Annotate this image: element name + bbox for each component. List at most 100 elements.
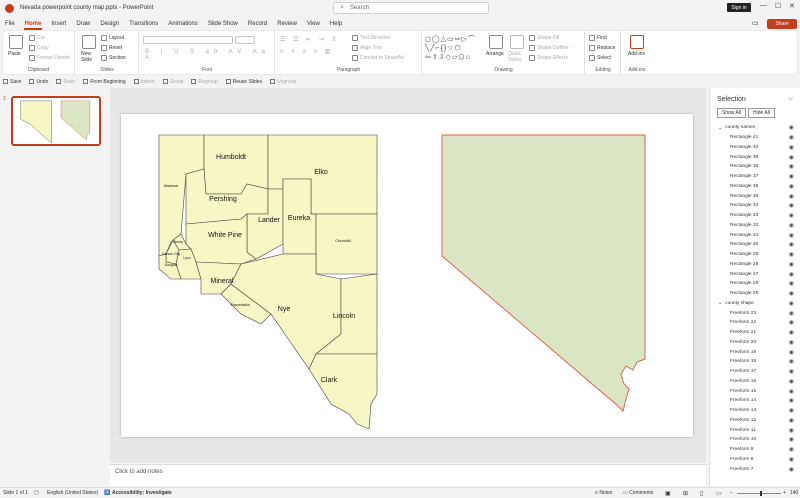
eye-icon[interactable]: ◉ — [789, 339, 794, 346]
reading-view-icon[interactable]: ▯ — [700, 490, 703, 497]
slide-canvas[interactable]: Humboldt Elko Washoe Pershing Lander Eur… — [121, 114, 693, 437]
selection-item[interactable]: Rectangle 25 ◉ — [710, 289, 800, 299]
minimize-icon[interactable]: — — [760, 2, 767, 9]
eye-icon[interactable]: ◉ — [789, 261, 794, 268]
copy-button[interactable]: Copy — [29, 45, 49, 51]
selection-group[interactable]: ⌄ county shape ◉ — [710, 299, 800, 309]
comment-icon[interactable]: ▭ — [752, 19, 759, 27]
zoom-slider[interactable] — [737, 493, 781, 494]
eye-icon[interactable]: ◉ — [789, 388, 794, 395]
qat-save-button[interactable]: Save — [3, 79, 21, 85]
comments-toggle[interactable]: ▭ Comments — [623, 490, 653, 496]
eye-icon[interactable]: ◉ — [789, 427, 794, 434]
eye-icon[interactable]: ◉ — [789, 456, 794, 463]
selection-item[interactable]: Rectangle 38 ◉ — [710, 162, 800, 172]
font-family-dropdown[interactable] — [143, 36, 233, 44]
selection-item[interactable]: Rectangle 35 ◉ — [710, 191, 800, 201]
selection-item[interactable]: Rectangle 36 ◉ — [710, 182, 800, 192]
zoom-in-icon[interactable]: + — [783, 490, 786, 496]
eye-icon[interactable]: ◉ — [789, 173, 794, 180]
selection-item[interactable]: Freeform 7 ◉ — [710, 464, 800, 474]
qat-from-beginning-button[interactable]: From Beginning — [83, 79, 126, 85]
selection-item[interactable]: Freeform 18 ◉ — [710, 357, 800, 367]
share-button[interactable]: Share — [767, 19, 797, 29]
eye-icon[interactable]: ◉ — [789, 271, 794, 278]
selection-item[interactable]: Rectangle 30 ◉ — [710, 240, 800, 250]
selection-item[interactable]: Rectangle 32 ◉ — [710, 221, 800, 231]
selection-item[interactable]: Freeform 11 ◉ — [710, 425, 800, 435]
list-buttons[interactable]: ☰ ☰ ⇤ ⇥ ⇕ — [280, 36, 340, 43]
eye-icon[interactable]: ◉ — [789, 212, 794, 219]
eye-icon[interactable]: ◉ — [789, 319, 794, 326]
qat-regroup-button[interactable]: Regroup — [191, 79, 218, 85]
tab-slide-show[interactable]: Slide Show — [203, 17, 243, 31]
reset-button[interactable]: Reset — [101, 45, 122, 51]
slide-sorter-icon[interactable]: ⊞ — [683, 490, 688, 497]
eye-icon[interactable]: ◉ — [789, 222, 794, 229]
tab-design[interactable]: Design — [95, 17, 124, 31]
eye-icon[interactable]: ◉ — [789, 232, 794, 239]
normal-view-icon[interactable]: ▣ — [665, 490, 671, 497]
eye-icon[interactable]: ◉ — [789, 280, 794, 287]
selection-item[interactable]: Freeform 8 ◉ — [710, 455, 800, 465]
selection-item[interactable]: Rectangle 41 ◉ — [710, 133, 800, 143]
maximize-icon[interactable]: ☐ — [775, 2, 781, 10]
eye-icon[interactable]: ◉ — [789, 397, 794, 404]
eye-icon[interactable]: ◉ — [789, 329, 794, 336]
align-buttons[interactable]: ≡ ≡ ≡ ≡ ▥ — [280, 48, 333, 55]
selection-item[interactable]: Freeform 10 ◉ — [710, 435, 800, 445]
eye-icon[interactable]: ◉ — [789, 124, 794, 131]
addins-button[interactable]: Add-ins — [628, 51, 645, 57]
eye-icon[interactable]: ◉ — [789, 163, 794, 170]
selection-item[interactable]: Rectangle 34 ◉ — [710, 201, 800, 211]
eye-icon[interactable]: ◉ — [789, 251, 794, 258]
selection-item[interactable]: Rectangle 33 ◉ — [710, 211, 800, 221]
selection-item[interactable]: Rectangle 37 ◉ — [710, 172, 800, 182]
zoom-out-icon[interactable]: − — [730, 490, 733, 496]
selection-item[interactable]: Freeform 12 ◉ — [710, 416, 800, 426]
chevron-down-icon[interactable]: ⌵ — [788, 95, 793, 103]
selection-item[interactable]: Freeform 14 ◉ — [710, 396, 800, 406]
state-shape[interactable] — [441, 134, 646, 412]
selection-item[interactable]: Rectangle 39 ◉ — [710, 152, 800, 162]
eye-icon[interactable]: ◉ — [789, 183, 794, 190]
selection-item[interactable]: Rectangle 29 ◉ — [710, 250, 800, 260]
zoom-level[interactable]: 140 — [790, 490, 798, 496]
cut-button[interactable]: Cut — [29, 35, 45, 41]
qat-redo-button[interactable]: Redo — [56, 79, 75, 85]
text-direction-button[interactable]: Text Direction — [352, 35, 390, 41]
eye-icon[interactable]: ◉ — [789, 241, 794, 248]
language-status[interactable]: English (United States) — [47, 490, 98, 496]
eye-icon[interactable]: ◉ — [789, 300, 794, 307]
eye-icon[interactable]: ◉ — [789, 466, 794, 473]
county-humboldt[interactable] — [203, 134, 269, 195]
qat-ungroup-button[interactable]: Ungroup — [270, 79, 296, 85]
tab-home[interactable]: Home — [20, 17, 47, 31]
eye-icon[interactable]: ◉ — [789, 193, 794, 200]
section-button[interactable]: Section — [101, 55, 126, 61]
selection-item[interactable]: Freeform 22 ◉ — [710, 318, 800, 328]
chevron-down-icon[interactable]: ⌄ — [718, 300, 722, 306]
eye-icon[interactable]: ◉ — [789, 202, 794, 209]
spellcheck-icon[interactable]: ▢ — [34, 490, 39, 496]
search-input[interactable]: ⌕ Search — [333, 2, 489, 14]
eye-icon[interactable]: ◉ — [789, 144, 794, 151]
shapes-gallery[interactable]: ◻◯△▭⇨▷⌒ ╲╱⌐{}☆⬡ ⇦⇧⇩◇▱⬠⌂ — [425, 35, 483, 61]
selection-item[interactable]: Freeform 15 ◉ — [710, 386, 800, 396]
selection-item[interactable]: Freeform 17 ◉ — [710, 367, 800, 377]
zoom-slider-thumb[interactable] — [760, 491, 762, 496]
paste-button[interactable]: Paste — [8, 51, 21, 57]
shape-effects-button[interactable]: Shape Effects — [529, 55, 568, 61]
selection-item[interactable]: Rectangle 31 ◉ — [710, 230, 800, 240]
tab-draw[interactable]: Draw — [71, 17, 95, 31]
arrange-button[interactable]: Arrange — [486, 51, 504, 57]
find-button[interactable]: Find — [589, 35, 607, 41]
selection-item[interactable]: Freeform 9 ◉ — [710, 445, 800, 455]
tab-file[interactable]: File — [0, 17, 20, 31]
selection-item[interactable]: Freeform 23 ◉ — [710, 308, 800, 318]
tab-record[interactable]: Record — [243, 17, 272, 31]
font-style-buttons[interactable]: B I U S ab AV Aa A — [145, 49, 274, 61]
quick-styles-button[interactable]: Quick Styles — [508, 51, 526, 63]
slide-thumbnail[interactable] — [11, 96, 101, 146]
qat-group-button[interactable]: Group — [162, 79, 183, 85]
